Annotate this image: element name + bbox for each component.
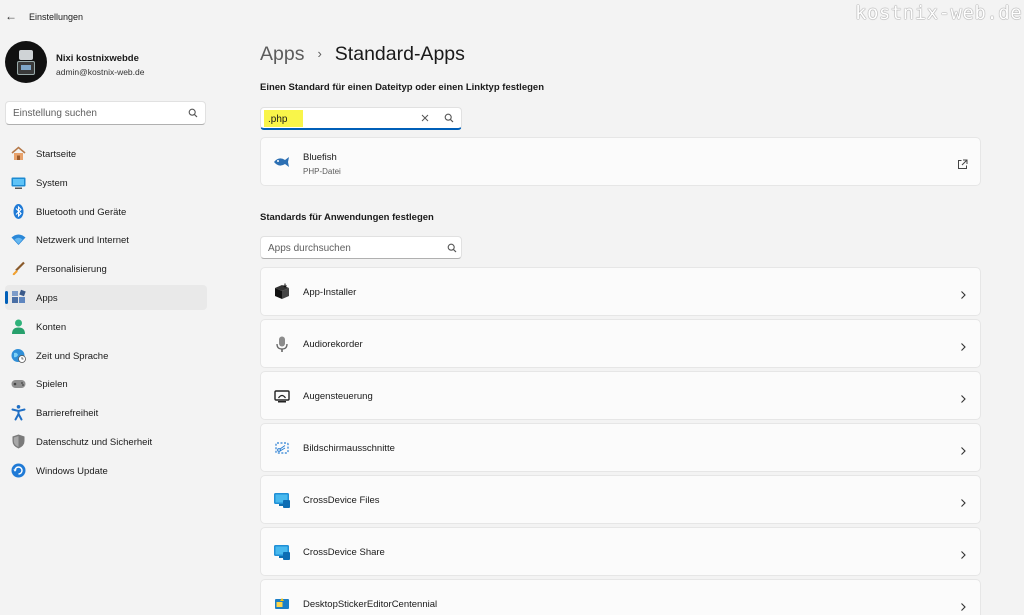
sticker-icon [273,595,291,613]
sidebar-item-label: Bluetooth und Geräte [36,206,127,218]
sidebar-item-spielen[interactable]: Spielen [5,371,207,396]
app-card-audiorekorder[interactable]: Audiorekorder [260,319,981,368]
sidebar-item-barrierefreiheit[interactable]: Barrierefreiheit [5,400,207,425]
app-card-crossdevice-share[interactable]: CrossDevice Share [260,527,981,576]
apps-search-input[interactable] [268,242,438,255]
title-bar: ← Einstellungen kostnix-web.de [0,0,1024,34]
sidebar-item-zeit[interactable]: Zeit und Sprache [5,343,207,368]
sidebar-item-windows-update[interactable]: Windows Update [5,458,207,483]
app-name: App-Installer [303,287,357,298]
person-icon [10,318,27,335]
app-name: DesktopStickerEditorCentennial [303,599,438,610]
apps-section-title: Standards für Anwendungen festlegen [260,212,434,223]
breadcrumb-separator: › [317,46,322,61]
sidebar-item-apps[interactable]: Apps [5,284,207,310]
filetype-search-box [260,107,462,130]
app-card-app-installer[interactable]: App-Installer [260,267,981,316]
sidebar-item-label: System [36,177,68,189]
chevron-right-icon [958,599,968,611]
brush-icon [10,260,27,277]
chevron-right-icon [958,391,968,403]
bluefish-icon [273,153,291,171]
search-icon[interactable] [188,108,198,118]
sidebar-item-datenschutz[interactable]: Datenschutz und Sicherheit [5,429,207,454]
filetype-search-input[interactable] [265,111,413,127]
app-name: Bildschirmausschnitte [303,443,395,454]
wifi-icon [10,231,27,248]
clear-icon[interactable] [420,113,430,123]
result-app-name: Bluefish [303,152,337,163]
bluetooth-icon [10,203,27,220]
sidebar-item-label: Spielen [36,379,68,391]
sidebar-item-system[interactable]: System [5,170,207,195]
chevron-right-icon [958,495,968,507]
monitor-icon [10,174,27,191]
open-external-icon[interactable] [957,157,968,169]
filetype-section-title: Einen Standard für einen Dateityp oder e… [260,82,544,93]
crossdevice-icon [273,491,291,509]
apps-icon [10,289,27,306]
breadcrumb-parent[interactable]: Apps [260,43,304,65]
chevron-right-icon [958,339,968,351]
app-card-desktop-sticker-editor[interactable]: DesktopStickerEditorCentennial [260,579,981,615]
app-name: Augensteuerung [303,391,373,402]
search-icon[interactable] [444,113,454,123]
page-title: Standard-Apps [334,43,465,65]
apps-search-box [260,236,462,259]
sidebar-item-label: Zeit und Sprache [36,350,109,362]
settings-search-box [5,101,206,125]
eye-control-icon [273,387,291,405]
filetype-result-card[interactable]: Bluefish PHP-Datei [260,137,981,186]
home-icon [10,145,27,162]
search-icon[interactable] [447,243,457,253]
chevron-right-icon [958,547,968,559]
sidebar-item-personalisierung[interactable]: Personalisierung [5,256,207,281]
app-name: Audiorekorder [303,339,363,350]
box-icon [273,283,291,301]
app-card-bildschirmausschnitte[interactable]: Bildschirmausschnitte [260,423,981,472]
profile-name: Nixi kostnixwebde [56,53,139,64]
sidebar-item-konten[interactable]: Konten [5,314,207,339]
sidebar-item-bluetooth[interactable]: Bluetooth und Geräte [5,199,207,224]
app-name: CrossDevice Files [303,495,380,506]
window-title: Einstellungen [29,12,84,22]
avatar[interactable] [5,41,47,83]
shield-icon [10,433,27,450]
sidebar-item-netzwerk[interactable]: Netzwerk und Internet [5,227,207,252]
sidebar-item-label: Netzwerk und Internet [36,235,129,247]
settings-search-input[interactable] [13,107,183,120]
watermark: kostnix-web.de [855,2,1023,24]
snip-icon [273,439,291,457]
breadcrumb: Apps › Standard-Apps [260,43,465,66]
result-file-type: PHP-Datei [303,167,341,176]
sidebar-nav: Startseite System Bluetooth und Geräte N… [5,141,207,487]
app-card-crossdevice-files[interactable]: CrossDevice Files [260,475,981,524]
sidebar-item-label: Windows Update [36,465,108,477]
gamepad-icon [10,375,27,392]
back-arrow-icon[interactable]: ← [4,8,18,24]
update-icon [10,462,27,479]
app-card-augensteuerung[interactable]: Augensteuerung [260,371,981,420]
microphone-icon [273,335,291,353]
accessibility-icon [10,404,27,421]
sidebar-item-label: Barrierefreiheit [36,408,99,420]
sidebar-item-label: Startseite [36,149,77,160]
crossdevice-icon [273,543,291,561]
app-name: CrossDevice Share [303,547,385,558]
sidebar-item-label: Datenschutz und Sicherheit [36,436,153,448]
sidebar-item-startseite[interactable]: Startseite [5,141,207,166]
sidebar-item-label: Personalisierung [36,264,107,276]
profile-email: admin@kostnix-web.de [56,67,145,77]
sidebar-item-label: Apps [36,292,58,304]
globe-clock-icon [10,347,27,364]
chevron-right-icon [958,287,968,299]
chevron-right-icon [958,443,968,455]
sidebar-item-label: Konten [36,321,67,333]
